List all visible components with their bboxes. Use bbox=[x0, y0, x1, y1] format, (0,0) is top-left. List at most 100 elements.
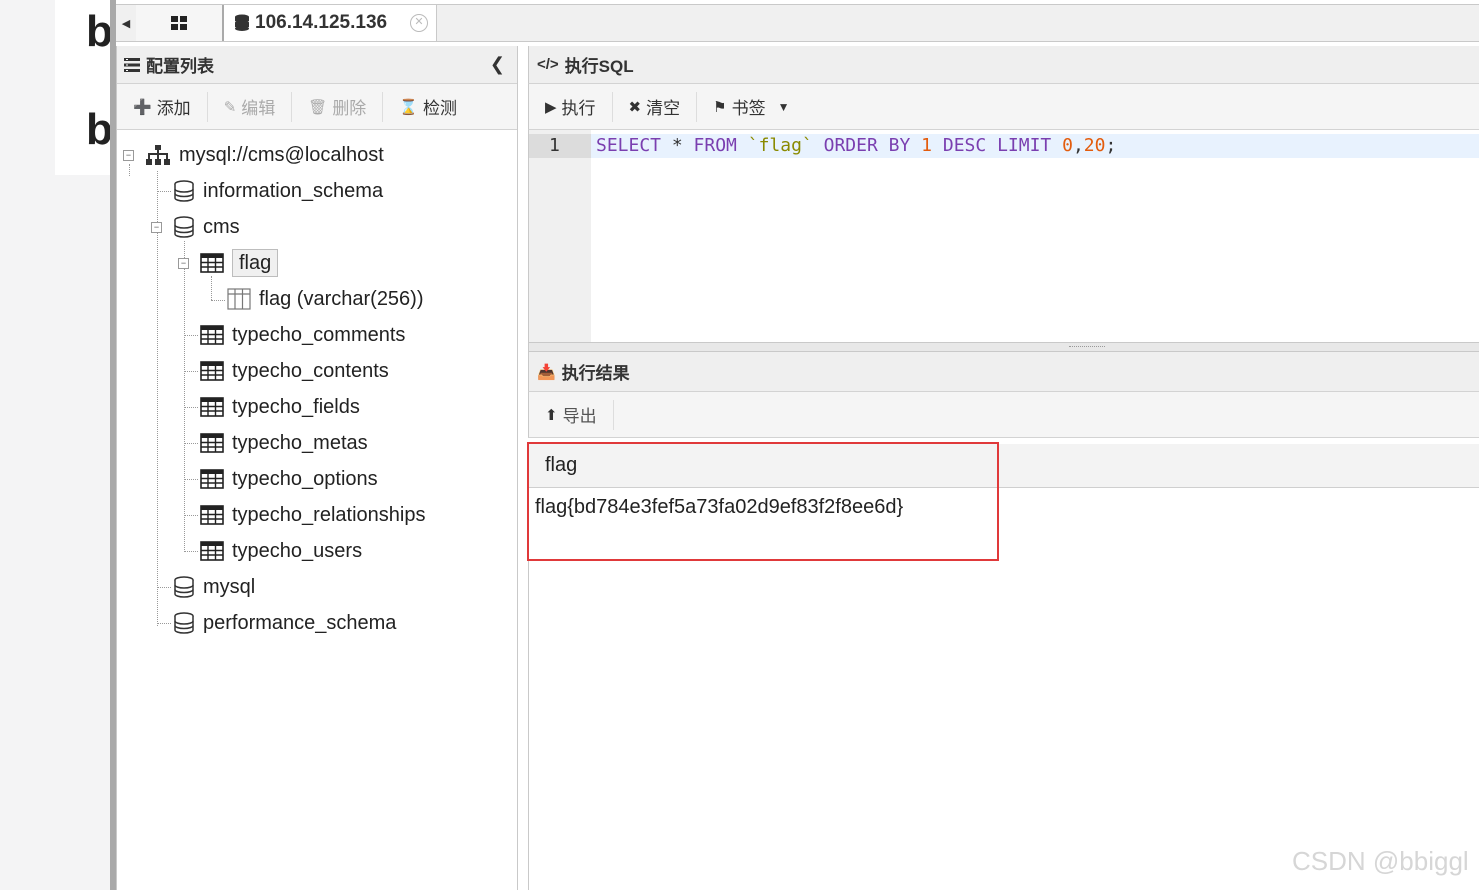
tree-node-label: flag (varchar(256)) bbox=[259, 287, 424, 310]
sql-panel-header: </> 执行SQL bbox=[528, 46, 1479, 84]
tree-node-label: typecho_relationships bbox=[232, 503, 426, 526]
line-number: 1 bbox=[549, 135, 560, 156]
config-panel-header: 配置列表 ❮ bbox=[117, 46, 517, 84]
tree-node-table[interactable]: typecho_contents bbox=[200, 356, 389, 386]
tree-node-label: information_schema bbox=[203, 179, 384, 202]
play-icon: ▶ bbox=[545, 98, 557, 116]
run-button-label: 执行 bbox=[561, 99, 596, 118]
tree-node-connection[interactable]: mysql://cms@localhost bbox=[145, 140, 384, 170]
tree-node-database[interactable]: mysql bbox=[173, 572, 255, 602]
sql-operator: * bbox=[661, 135, 694, 156]
tree-node-table-flag[interactable]: flag bbox=[200, 248, 279, 278]
grid-icon bbox=[171, 16, 187, 30]
table-icon bbox=[200, 505, 224, 525]
collapse-panel-icon[interactable]: ❮ bbox=[490, 54, 505, 75]
background-letter: b bbox=[86, 7, 113, 56]
tree-node-label: typecho_comments bbox=[232, 323, 406, 346]
tree-node-label: mysql://cms@localhost bbox=[179, 143, 384, 166]
sql-keyword: ORDER BY bbox=[823, 135, 911, 156]
sql-keyword: SELECT bbox=[596, 135, 662, 156]
collapse-toggle[interactable]: − bbox=[151, 222, 162, 233]
table-icon bbox=[200, 253, 224, 273]
bookmark-button-label: 书签 bbox=[731, 99, 766, 118]
edit-button[interactable]: ✎ 编辑 bbox=[208, 91, 293, 122]
plus-circle-icon: ➕ bbox=[133, 98, 152, 116]
clear-button[interactable]: ✖ 清空 bbox=[613, 91, 698, 122]
sql-keyword: LIMIT bbox=[997, 135, 1052, 156]
tree-node-label: typecho_options bbox=[232, 467, 378, 490]
tab-connection[interactable]: 106.14.125.136 ✕ bbox=[224, 5, 437, 41]
add-button-label: 添加 bbox=[156, 99, 191, 118]
tree-node-table[interactable]: typecho_metas bbox=[200, 428, 368, 458]
tree-node-label: typecho_fields bbox=[232, 395, 360, 418]
tree-node-label: flag bbox=[232, 249, 279, 277]
clear-button-label: 清空 bbox=[646, 99, 681, 118]
chevron-down-icon: ▼ bbox=[777, 99, 790, 114]
tree-node-database[interactable]: cms bbox=[173, 212, 240, 242]
table-icon bbox=[200, 325, 224, 345]
list-icon bbox=[124, 57, 140, 72]
caret-left-icon: ◀ bbox=[121, 17, 131, 30]
config-toolbar: ➕ 添加 ✎ 编辑 🗑 删除 ⌛ 检测 bbox=[117, 84, 517, 130]
tree-node-table[interactable]: typecho_options bbox=[200, 464, 378, 494]
sql-number: 20 bbox=[1083, 135, 1106, 156]
tab-home[interactable] bbox=[136, 5, 224, 41]
add-button[interactable]: ➕ 添加 bbox=[117, 91, 208, 122]
collapse-toggle[interactable]: − bbox=[178, 258, 189, 269]
table-icon bbox=[200, 397, 224, 417]
tree-node-database[interactable]: performance_schema bbox=[173, 608, 396, 638]
sql-punct: , bbox=[1072, 135, 1084, 156]
tree-node-table[interactable]: typecho_comments bbox=[200, 320, 405, 350]
tree-node-table[interactable]: typecho_users bbox=[200, 536, 362, 566]
sql-identifier: `flag` bbox=[747, 135, 813, 156]
tree-node-database[interactable]: information_schema bbox=[173, 176, 383, 206]
sql-keyword: FROM bbox=[693, 135, 737, 156]
spinner-icon: ⌛ bbox=[399, 98, 418, 116]
database-icon bbox=[173, 612, 195, 634]
sql-number: 1 bbox=[921, 135, 933, 156]
tree-node-label: typecho_metas bbox=[232, 431, 368, 454]
table-icon bbox=[200, 541, 224, 561]
export-button-label: 导出 bbox=[562, 407, 597, 426]
tree-node-table[interactable]: typecho_fields bbox=[200, 392, 360, 422]
close-icon[interactable]: ✕ bbox=[410, 14, 428, 32]
background-strip bbox=[0, 0, 55, 890]
edit-button-label: 编辑 bbox=[241, 99, 276, 118]
sql-punct: ; bbox=[1105, 135, 1117, 156]
sql-panel-title: 执行SQL bbox=[564, 57, 634, 76]
background-letter: b bbox=[86, 105, 113, 154]
export-button[interactable]: ⬆ 导出 bbox=[529, 399, 614, 430]
tab-connection-label: 106.14.125.136 bbox=[255, 12, 388, 33]
sql-editor[interactable]: 1 SELECT * FROM `flag` ORDER BY 1 DESC L… bbox=[528, 130, 1479, 342]
config-panel-title: 配置列表 bbox=[146, 57, 214, 76]
collapse-toggle[interactable]: − bbox=[123, 150, 134, 161]
result-panel-header: 📥 执行结果 bbox=[528, 352, 1479, 392]
watermark: CSDN @bbiggl bbox=[1292, 846, 1469, 876]
inbox-icon: 📥 bbox=[537, 363, 556, 381]
bookmark-icon: ⚑ bbox=[713, 98, 727, 116]
sql-keyword: DESC bbox=[942, 135, 987, 156]
delete-button[interactable]: 🗑 删除 bbox=[292, 91, 384, 122]
sitemap-icon bbox=[145, 144, 171, 166]
tree-node-column[interactable]: flag (varchar(256)) bbox=[227, 284, 424, 314]
check-button[interactable]: ⌛ 检测 bbox=[383, 92, 473, 122]
tree-node-label: typecho_contents bbox=[232, 359, 389, 382]
tree-node-table[interactable]: typecho_relationships bbox=[200, 500, 425, 530]
run-button[interactable]: ▶ 执行 bbox=[529, 91, 613, 122]
panel-splitter[interactable] bbox=[528, 342, 1479, 352]
config-panel: 配置列表 ❮ ➕ 添加 ✎ 编辑 🗑 删除 ⌛ 检测 − mysql://cms@loc… bbox=[116, 46, 518, 890]
tree-node-label: performance_schema bbox=[203, 611, 397, 634]
table-icon bbox=[200, 433, 224, 453]
sql-toolbar: ▶ 执行 ✖ 清空 ⚑ 书签 ▼ bbox=[528, 84, 1479, 130]
trash-icon: 🗑 bbox=[308, 98, 328, 116]
tab-scroll-left-button[interactable]: ◀ bbox=[116, 5, 137, 41]
database-icon bbox=[173, 576, 195, 598]
close-icon: ✖ bbox=[628, 98, 642, 116]
bookmark-button[interactable]: ⚑ 书签 ▼ bbox=[697, 92, 805, 122]
edit-icon: ✎ bbox=[223, 98, 237, 116]
table-icon bbox=[200, 469, 224, 489]
active-line-gutter bbox=[529, 134, 591, 158]
database-icon bbox=[235, 14, 249, 31]
column-icon bbox=[227, 288, 251, 310]
database-icon bbox=[173, 180, 195, 202]
